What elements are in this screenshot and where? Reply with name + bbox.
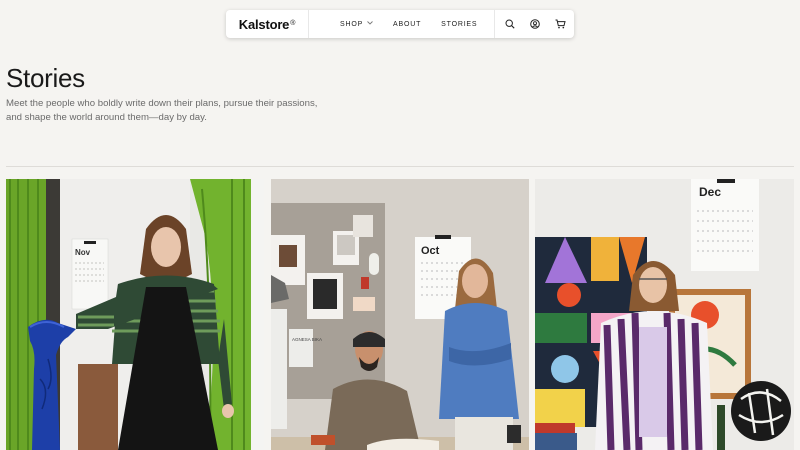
cart-button[interactable] <box>554 18 566 30</box>
page-intro: Meet the people who boldly write down th… <box>6 98 318 123</box>
nav-item-stories[interactable]: STORIES <box>441 21 477 28</box>
calendar-month-dec: Dec <box>699 185 721 199</box>
search-button[interactable] <box>504 18 516 30</box>
brand-registered-mark: ® <box>290 19 296 27</box>
nav-item-about-label: ABOUT <box>393 20 422 28</box>
brand-name: Kalstore <box>238 16 290 32</box>
book-title: AGNESA BIKA <box>292 337 322 342</box>
search-icon <box>505 19 515 29</box>
nav-item-shop-label: SHOP <box>340 20 364 28</box>
story-image-2: AGNESA BIKA Oct <box>271 179 529 450</box>
calendar-month-oct: Oct <box>421 245 440 257</box>
section-divider <box>6 166 794 167</box>
story-image-3: Dec <box>535 179 794 450</box>
story-image-1: Nov <box>6 179 264 450</box>
account-icon <box>530 19 540 29</box>
brand-logo[interactable]: Kalstore ® <box>226 10 309 38</box>
nav-item-stories-label: STORIES <box>441 20 478 28</box>
top-navigation: Kalstore ® SHOP ABOUT STORIES <box>226 10 574 38</box>
cart-icon <box>555 19 566 29</box>
story-card-1[interactable]: Nov <box>6 179 264 450</box>
story-card-3[interactable]: Dec <box>535 179 794 450</box>
nav-item-about[interactable]: ABOUT <box>393 21 421 28</box>
main-menu: SHOP ABOUT STORIES <box>309 10 494 38</box>
story-card-2[interactable]: AGNESA BIKA Oct <box>271 179 529 450</box>
calendar-month-nov: Nov <box>75 248 91 257</box>
account-button[interactable] <box>529 18 541 30</box>
nav-item-shop[interactable]: SHOP <box>340 21 373 28</box>
chevron-down-icon <box>367 21 373 27</box>
page-title: Stories <box>6 63 85 93</box>
nav-actions <box>494 10 574 38</box>
